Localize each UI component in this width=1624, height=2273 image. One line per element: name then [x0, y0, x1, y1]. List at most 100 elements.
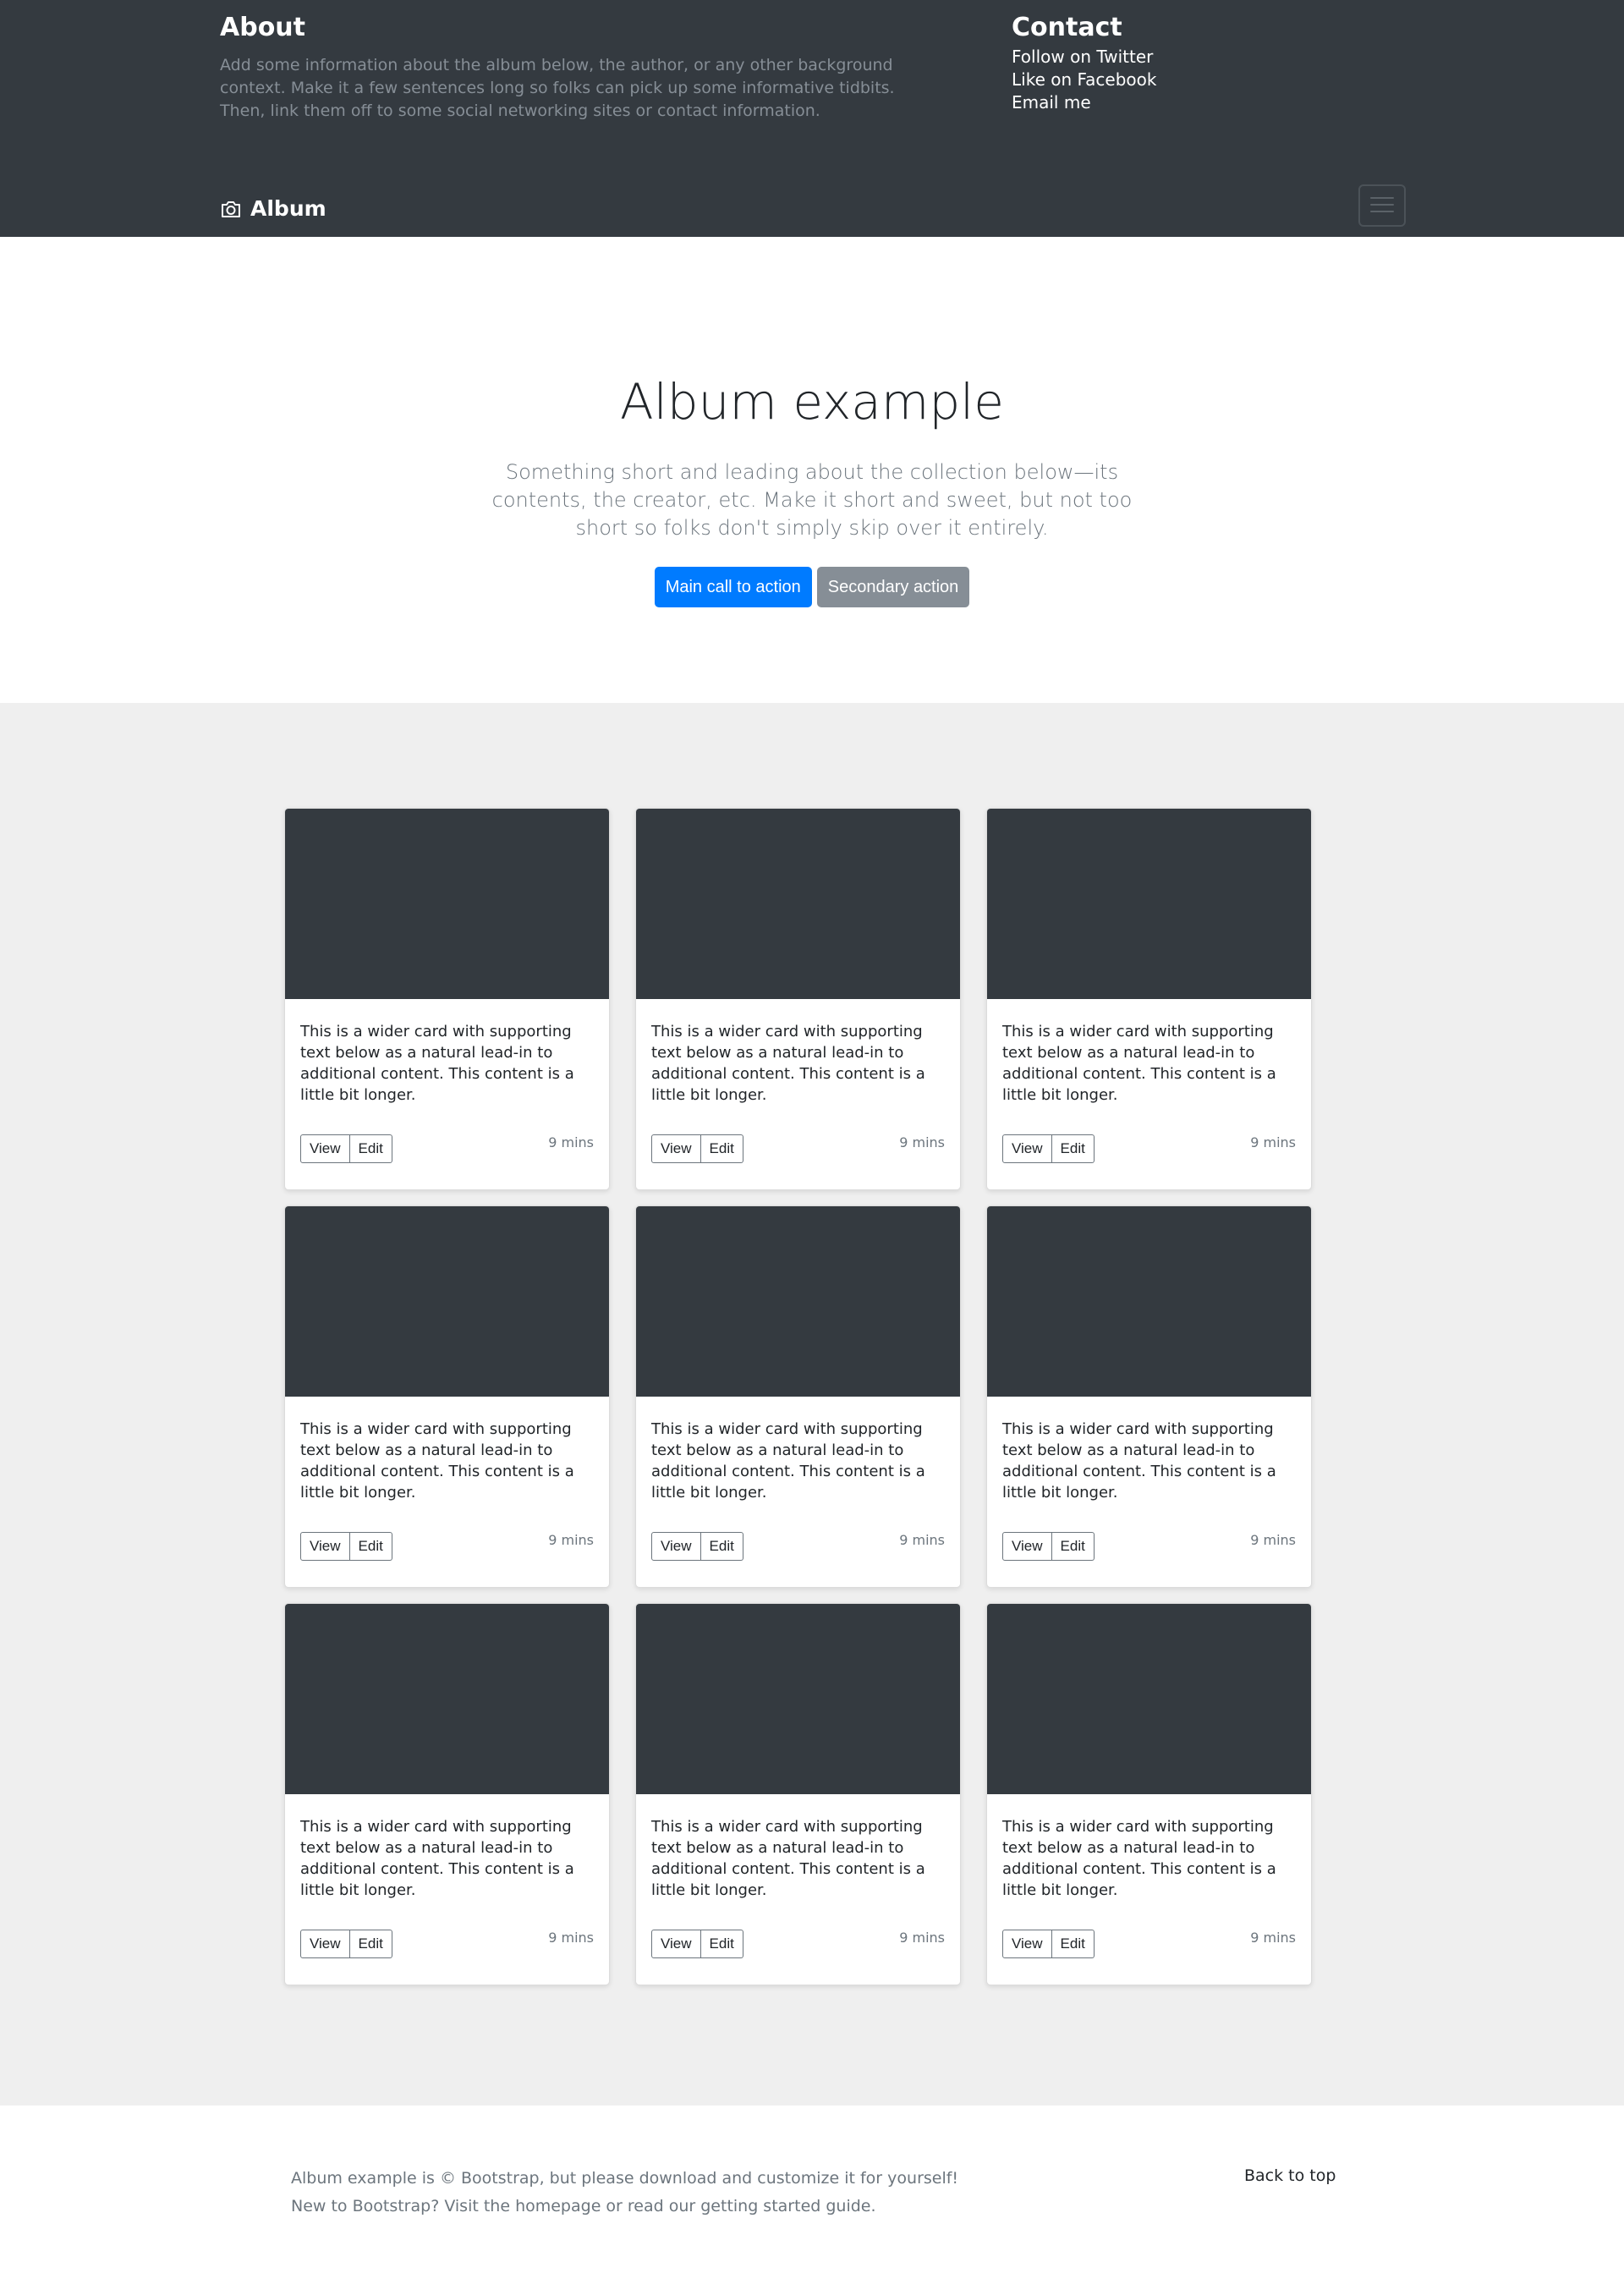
card-body: This is a wider card with supporting tex… [987, 1397, 1311, 1587]
edit-button[interactable]: Edit [700, 1532, 743, 1561]
card-body: This is a wider card with supporting tex… [285, 1794, 609, 1985]
card-body: This is a wider card with supporting tex… [636, 999, 960, 1189]
card-body: This is a wider card with supporting tex… [285, 1397, 609, 1587]
hamburger-menu-icon [1369, 195, 1395, 217]
edit-button[interactable]: Edit [1051, 1134, 1095, 1163]
card-grid: This is a wider card with supporting tex… [284, 808, 1312, 1985]
card-time: 9 mins [1250, 1134, 1296, 1150]
email-link[interactable]: Email me [1012, 91, 1367, 114]
album-card: This is a wider card with supporting tex… [986, 1603, 1312, 1985]
card-actions: View Edit 9 mins [1002, 1532, 1296, 1561]
card-text: This is a wider card with supporting tex… [300, 1420, 574, 1502]
card-button-group: View Edit [300, 1532, 392, 1561]
card-actions: View Edit 9 mins [651, 1134, 945, 1163]
card-body: This is a wider card with supporting tex… [636, 1794, 960, 1985]
card-body: This is a wider card with supporting tex… [636, 1397, 960, 1587]
album-card: This is a wider card with supporting tex… [986, 808, 1312, 1190]
card-button-group: View Edit [651, 1930, 743, 1958]
contact-section: Contact Follow on Twitter Like on Facebo… [1012, 10, 1367, 114]
card-time: 9 mins [899, 1930, 945, 1946]
camera-icon [220, 199, 242, 219]
card-button-group: View Edit [300, 1930, 392, 1958]
card-time: 9 mins [899, 1532, 945, 1548]
card-button-group: View Edit [300, 1134, 392, 1163]
view-button[interactable]: View [651, 1134, 701, 1163]
about-title: About [220, 13, 306, 42]
facebook-link[interactable]: Like on Facebook [1012, 69, 1367, 91]
card-image-placeholder [636, 809, 960, 999]
card-text: This is a wider card with supporting tex… [300, 1023, 574, 1104]
brand-label: Album [250, 196, 326, 221]
card-image-placeholder [987, 1206, 1311, 1397]
jumbotron: Album example Something short and leadin… [0, 237, 1624, 703]
edit-button[interactable]: Edit [700, 1930, 743, 1958]
card-image-placeholder [285, 809, 609, 999]
view-button[interactable]: View [300, 1930, 350, 1958]
page-footer: Album example is © Bootstrap, but please… [0, 2106, 1624, 2273]
view-button[interactable]: View [1002, 1134, 1052, 1163]
view-button[interactable]: View [651, 1532, 701, 1561]
jumbotron-actions: Main call to action Secondary action [0, 567, 1624, 607]
album-section: This is a wider card with supporting tex… [0, 703, 1624, 2106]
card-text: This is a wider card with supporting tex… [300, 1818, 574, 1899]
card-button-group: View Edit [1002, 1930, 1095, 1958]
album-card: This is a wider card with supporting tex… [635, 808, 961, 1190]
view-button[interactable]: View [300, 1532, 350, 1561]
card-image-placeholder [987, 809, 1311, 999]
navbar-brand[interactable]: Album [220, 196, 326, 221]
card-button-group: View Edit [1002, 1134, 1095, 1163]
card-time: 9 mins [1250, 1532, 1296, 1548]
card-time: 9 mins [899, 1134, 945, 1150]
edit-button[interactable]: Edit [349, 1532, 392, 1561]
card-actions: View Edit 9 mins [300, 1930, 594, 1958]
footer-copyright: Album example is © Bootstrap, but please… [291, 2169, 959, 2188]
footer-bootstrap-note: New to Bootstrap? Visit the homepage or … [291, 2197, 876, 2215]
album-card: This is a wider card with supporting tex… [635, 1205, 961, 1588]
card-image-placeholder [636, 1206, 960, 1397]
card-button-group: View Edit [1002, 1532, 1095, 1561]
footer-text: Album example is © Bootstrap, but please… [291, 2165, 958, 2221]
card-time: 9 mins [548, 1134, 594, 1150]
view-button[interactable]: View [651, 1930, 701, 1958]
card-image-placeholder [987, 1604, 1311, 1794]
view-button[interactable]: View [1002, 1930, 1052, 1958]
card-time: 9 mins [548, 1532, 594, 1548]
twitter-link[interactable]: Follow on Twitter [1012, 46, 1367, 69]
edit-button[interactable]: Edit [1051, 1532, 1095, 1561]
view-button[interactable]: View [300, 1134, 350, 1163]
card-body: This is a wider card with supporting tex… [987, 999, 1311, 1189]
about-text: Add some information about the album bel… [220, 56, 895, 120]
card-text: This is a wider card with supporting tex… [651, 1818, 925, 1899]
card-image-placeholder [636, 1604, 960, 1794]
card-image-placeholder [285, 1206, 609, 1397]
edit-button[interactable]: Edit [349, 1930, 392, 1958]
lead-text: Something short and leading about the co… [491, 460, 1133, 540]
card-body: This is a wider card with supporting tex… [285, 999, 609, 1189]
card-time: 9 mins [548, 1930, 594, 1946]
navbar-collapse-panel: About Add some information about the alb… [0, 0, 1624, 237]
card-text: This is a wider card with supporting tex… [1002, 1023, 1276, 1104]
contact-links: Follow on Twitter Like on Facebook Email… [1012, 46, 1367, 114]
card-actions: View Edit 9 mins [651, 1930, 945, 1958]
album-card: This is a wider card with supporting tex… [284, 808, 610, 1190]
about-section: About Add some information about the alb… [220, 10, 914, 123]
card-button-group: View Edit [651, 1532, 743, 1561]
edit-button[interactable]: Edit [1051, 1930, 1095, 1958]
card-actions: View Edit 9 mins [1002, 1930, 1296, 1958]
album-card: This is a wider card with supporting tex… [986, 1205, 1312, 1588]
card-actions: View Edit 9 mins [1002, 1134, 1296, 1163]
album-card: This is a wider card with supporting tex… [284, 1205, 610, 1588]
card-text: This is a wider card with supporting tex… [1002, 1420, 1276, 1502]
main-call-to-action-button[interactable]: Main call to action [654, 567, 812, 607]
edit-button[interactable]: Edit [700, 1134, 743, 1163]
view-button[interactable]: View [1002, 1532, 1052, 1561]
contact-title: Contact [1012, 13, 1122, 42]
secondary-action-button[interactable]: Secondary action [816, 567, 970, 607]
edit-button[interactable]: Edit [349, 1134, 392, 1163]
card-actions: View Edit 9 mins [300, 1532, 594, 1561]
back-to-top-link[interactable]: Back to top [1244, 2166, 1336, 2185]
card-body: This is a wider card with supporting tex… [987, 1794, 1311, 1985]
card-text: This is a wider card with supporting tex… [1002, 1818, 1276, 1899]
navbar-toggler-button[interactable] [1358, 184, 1406, 227]
album-card: This is a wider card with supporting tex… [635, 1603, 961, 1985]
